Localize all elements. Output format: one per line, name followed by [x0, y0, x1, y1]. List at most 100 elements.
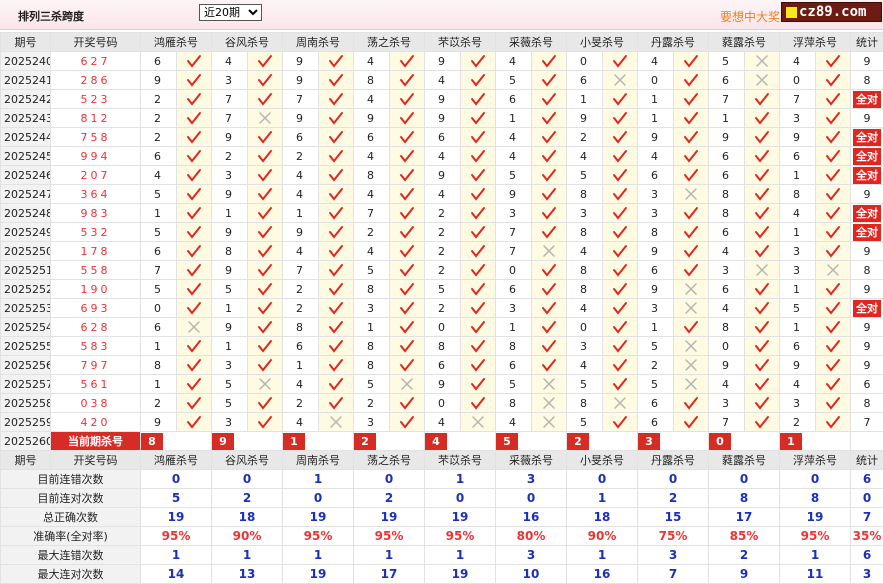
- check-icon: [754, 130, 770, 144]
- kill-number: 9: [638, 280, 674, 299]
- stats-value: 1: [283, 470, 354, 489]
- check-icon: [328, 149, 344, 163]
- stats-value: 75%: [638, 527, 709, 546]
- table-row: 202525803825220886338: [1, 394, 883, 413]
- row-draw-number: 561: [51, 375, 141, 394]
- stats-value: 85%: [709, 527, 780, 546]
- stats-value: 0: [425, 489, 496, 508]
- footer-col-qihao: 期号: [1, 451, 51, 470]
- kill-number: 8: [354, 71, 390, 90]
- check-icon: [257, 263, 273, 277]
- footer-col-tongji: 统计: [851, 451, 883, 470]
- hit-mark: [461, 394, 496, 413]
- hit-mark: [674, 299, 709, 318]
- check-icon: [754, 377, 770, 391]
- promo-text[interactable]: 要想中大奖: [720, 8, 780, 25]
- hit-mark: [603, 280, 638, 299]
- hit-mark: [177, 242, 212, 261]
- hit-mark: [248, 261, 283, 280]
- check-icon: [328, 187, 344, 201]
- check-icon: [754, 168, 770, 182]
- kill-number: 2: [141, 128, 177, 147]
- check-icon: [683, 396, 699, 410]
- current-label: 当前期杀号: [51, 432, 141, 451]
- table-row: 20252447582966642999全对: [1, 128, 883, 147]
- current-kill-badge: 3: [638, 433, 660, 450]
- hit-mark: [319, 128, 354, 147]
- check-icon: [825, 149, 841, 163]
- check-icon: [825, 73, 841, 87]
- hit-mark: [603, 166, 638, 185]
- col-killer: 蕤露杀号: [709, 33, 780, 52]
- hit-mark: [745, 204, 780, 223]
- check-icon: [328, 282, 344, 296]
- row-qihao: 2025248: [1, 204, 51, 223]
- hit-mark: [390, 109, 425, 128]
- check-icon: [186, 396, 202, 410]
- row-draw-number: 627: [51, 52, 141, 71]
- check-icon: [186, 301, 202, 315]
- kill-number: 5: [638, 375, 674, 394]
- stats-value: 3: [638, 546, 709, 565]
- check-icon: [470, 73, 486, 87]
- kill-number: 6: [496, 90, 532, 109]
- hit-mark: [248, 90, 283, 109]
- table-row: 202525155879752086338: [1, 261, 883, 280]
- hit-mark: [177, 375, 212, 394]
- hit-mark: [532, 223, 567, 242]
- check-icon: [470, 358, 486, 372]
- check-icon: [754, 111, 770, 125]
- stats-value: 0: [496, 489, 567, 508]
- kill-number: 9: [212, 318, 248, 337]
- kill-number: 3: [638, 204, 674, 223]
- cross-icon: [541, 244, 557, 258]
- hit-mark: [532, 356, 567, 375]
- kill-number: 5: [567, 375, 603, 394]
- check-icon: [257, 225, 273, 239]
- kill-number: 9: [283, 71, 319, 90]
- check-icon: [470, 111, 486, 125]
- stats-value: 1: [212, 546, 283, 565]
- hit-mark: [461, 413, 496, 432]
- stats-value: 95%: [354, 527, 425, 546]
- table-row: 202525756115459555446: [1, 375, 883, 394]
- row-qihao: 2025247: [1, 185, 51, 204]
- check-icon: [612, 301, 628, 315]
- footer-col-killer: 鸿雁杀号: [141, 451, 212, 470]
- kill-number: 4: [496, 52, 532, 71]
- row-tally: 全对: [851, 128, 883, 147]
- stats-value: 2: [354, 489, 425, 508]
- check-icon: [257, 130, 273, 144]
- hit-mark: [603, 109, 638, 128]
- stats-row: 准确率(全对率)95%90%95%95%95%80%90%75%85%95%35…: [1, 527, 883, 546]
- hit-mark: [319, 413, 354, 432]
- check-icon: [541, 358, 557, 372]
- hit-mark: [603, 71, 638, 90]
- table-row: 202525679783186642999: [1, 356, 883, 375]
- stats-value: 3: [496, 546, 567, 565]
- kill-number: 6: [496, 280, 532, 299]
- kill-number: 6: [283, 337, 319, 356]
- stats-label: 准确率(全对率): [1, 527, 141, 546]
- check-icon: [825, 358, 841, 372]
- check-icon: [825, 377, 841, 391]
- kill-number: 4: [212, 52, 248, 71]
- kill-number: 0: [780, 71, 816, 90]
- kill-number: 4: [780, 375, 816, 394]
- kill-number: 1: [141, 204, 177, 223]
- hit-mark: [674, 128, 709, 147]
- check-icon: [612, 282, 628, 296]
- hit-mark: [461, 204, 496, 223]
- kill-number: 5: [141, 280, 177, 299]
- kill-number: 3: [780, 261, 816, 280]
- check-icon: [754, 415, 770, 429]
- footer-header: 期号开奖号码鸿雁杀号谷风杀号周南杀号荡之杀号芣苡杀号采薇杀号小旻杀号丹露杀号蕤露…: [1, 451, 883, 470]
- check-icon: [257, 358, 273, 372]
- kill-number: 1: [283, 204, 319, 223]
- hit-mark: [816, 356, 851, 375]
- period-select[interactable]: 近20期: [199, 4, 262, 21]
- check-icon: [683, 130, 699, 144]
- site-logo[interactable]: cz89.com: [781, 2, 882, 22]
- kill-number: 5: [354, 261, 390, 280]
- check-icon: [470, 92, 486, 106]
